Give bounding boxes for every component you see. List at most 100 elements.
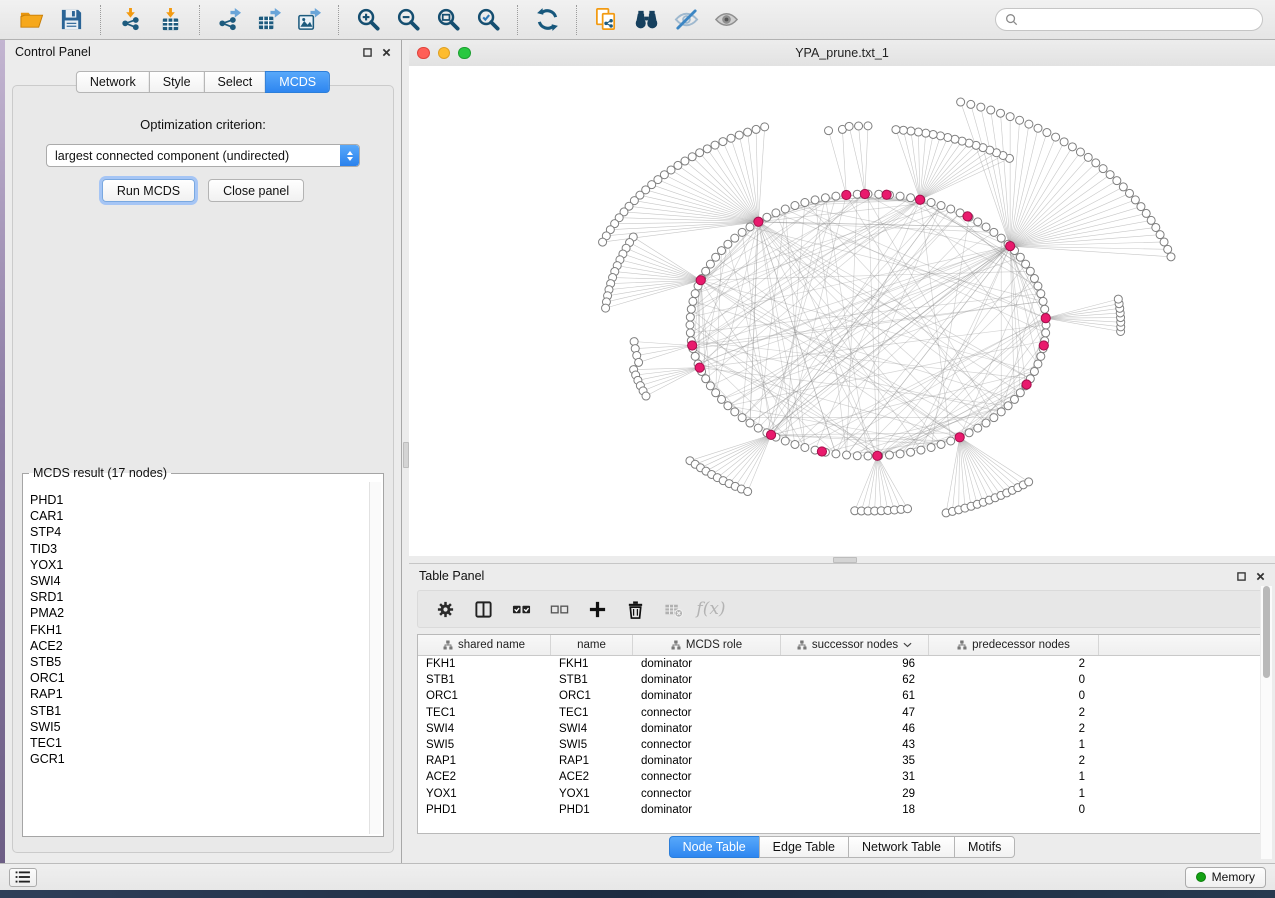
toolbar-separator (199, 5, 200, 35)
mcds-result-item[interactable]: FKH1 (24, 622, 369, 638)
export-network-button[interactable] (210, 3, 248, 37)
open-folder-button[interactable] (12, 3, 50, 37)
tab-select[interactable]: Select (204, 71, 267, 93)
hide-selected-button[interactable] (667, 3, 705, 37)
network-view-area[interactable] (409, 66, 1275, 556)
close-panel-button[interactable]: Close panel (208, 179, 304, 202)
mcds-result-item[interactable]: SWI4 (24, 573, 369, 589)
vertical-splitter[interactable] (402, 40, 409, 863)
table-cell: PHD1 (551, 802, 633, 818)
mcds-result-item[interactable]: SWI5 (24, 719, 369, 735)
first-neighbors-button[interactable] (627, 3, 665, 37)
tab-network-table[interactable]: Network Table (848, 836, 955, 858)
show-all-icon (714, 7, 739, 32)
mcds-result-item[interactable]: SRD1 (24, 589, 369, 605)
table-row[interactable]: FKH1FKH1dominator962 (418, 656, 1266, 672)
mcds-result-item[interactable]: PHD1 (24, 492, 369, 508)
mcds-result-item[interactable]: ORC1 (24, 670, 369, 686)
zoom-in-button[interactable] (349, 3, 387, 37)
mcds-result-item[interactable]: CAR1 (24, 508, 369, 524)
mcds-result-item[interactable]: STB1 (24, 702, 369, 718)
table-cell: TEC1 (551, 705, 633, 721)
network-from-selection-button[interactable] (587, 3, 625, 37)
close-table-panel-icon[interactable] (1256, 572, 1265, 581)
tab-style[interactable]: Style (149, 71, 205, 93)
table-row[interactable]: SWI5SWI5connector431 (418, 737, 1266, 753)
tab-mcds[interactable]: MCDS (265, 71, 330, 93)
table-row[interactable]: TEC1TEC1connector472 (418, 705, 1266, 721)
zoom-selected-button[interactable] (469, 3, 507, 37)
optimization-criterion-select[interactable]: largest connected component (undirected) (46, 144, 360, 167)
table-row[interactable]: YOX1YOX1connector291 (418, 786, 1266, 802)
mcds-result-item[interactable]: PMA2 (24, 605, 369, 621)
column-header-successor-nodes[interactable]: successor nodes (781, 635, 929, 655)
table-row[interactable]: STB1STB1dominator620 (418, 672, 1266, 688)
export-image-button[interactable] (290, 3, 328, 37)
refresh-layout-button[interactable] (528, 3, 566, 37)
column-header-name[interactable]: name (551, 635, 633, 655)
zoom-fit-button[interactable] (429, 3, 467, 37)
tab-network[interactable]: Network (76, 71, 150, 93)
mcds-result-item[interactable]: TEC1 (24, 735, 369, 751)
apply-function-button: f(x) (694, 594, 728, 624)
table-panel-header: Table Panel (409, 564, 1275, 588)
table-settings-button[interactable] (428, 594, 462, 624)
column-header-predecessor-nodes[interactable]: predecessor nodes (929, 635, 1099, 655)
zoom-window-button[interactable] (458, 47, 471, 60)
float-table-panel-icon[interactable] (1237, 572, 1246, 581)
mcds-result-item[interactable]: STB5 (24, 654, 369, 670)
search-input[interactable] (1024, 12, 1253, 28)
table-cell: SWI5 (551, 737, 633, 753)
column-chooser-button[interactable] (466, 594, 500, 624)
table-row[interactable]: ACE2ACE2connector311 (418, 769, 1266, 785)
horizontal-splitter-handle[interactable] (833, 557, 857, 563)
select-all-button[interactable] (504, 594, 538, 624)
mcds-result-item[interactable]: GCR1 (24, 751, 369, 767)
tab-node-table[interactable]: Node Table (669, 836, 760, 858)
horizontal-splitter[interactable] (409, 556, 1275, 563)
close-window-button[interactable] (417, 47, 430, 60)
table-row[interactable]: RAP1RAP1dominator352 (418, 753, 1266, 769)
mcds-result-item[interactable]: RAP1 (24, 686, 369, 702)
table-row[interactable]: ORC1ORC1dominator610 (418, 688, 1266, 704)
table-cell: 61 (781, 688, 929, 704)
import-network-button[interactable] (111, 3, 149, 37)
close-panel-icon[interactable] (382, 48, 391, 57)
column-header-label: shared name (458, 639, 525, 651)
control-panel-header: Control Panel (5, 40, 401, 64)
mcds-result-scrollbar[interactable] (369, 482, 381, 834)
deselect-all-button[interactable] (542, 594, 576, 624)
export-table-button[interactable] (250, 3, 288, 37)
column-header-shared-name[interactable]: shared name (418, 635, 551, 655)
vertical-splitter-handle[interactable] (403, 442, 409, 468)
delete-rows-button[interactable] (618, 594, 652, 624)
mcds-result-item[interactable]: STP4 (24, 524, 369, 540)
column-chooser-icon (474, 600, 493, 619)
mcds-result-item[interactable]: YOX1 (24, 557, 369, 573)
add-row-button[interactable] (580, 594, 614, 624)
float-panel-icon[interactable] (363, 48, 372, 57)
tab-motifs[interactable]: Motifs (954, 836, 1015, 858)
tab-edge-table[interactable]: Edge Table (759, 836, 849, 858)
import-table-button[interactable] (151, 3, 189, 37)
table-cell: 43 (781, 737, 929, 753)
table-cell: connector (633, 705, 781, 721)
panel-menu-button[interactable] (9, 868, 37, 887)
search-box[interactable] (995, 8, 1263, 31)
save-button[interactable] (52, 3, 90, 37)
table-cell: dominator (633, 656, 781, 672)
mcds-result-item[interactable]: ACE2 (24, 638, 369, 654)
zoom-out-button[interactable] (389, 3, 427, 37)
table-row[interactable]: SWI4SWI4dominator462 (418, 721, 1266, 737)
table-cell: 0 (929, 802, 1099, 818)
column-header-MCDS-role[interactable]: MCDS role (633, 635, 781, 655)
show-all-button[interactable] (707, 3, 745, 37)
network-canvas[interactable] (409, 66, 1275, 556)
toolbar-separator (100, 5, 101, 35)
table-row[interactable]: PHD1PHD1dominator180 (418, 802, 1266, 818)
run-mcds-button[interactable]: Run MCDS (102, 179, 195, 202)
mcds-result-item[interactable]: TID3 (24, 541, 369, 557)
memory-button[interactable]: Memory (1185, 867, 1266, 888)
table-scrollbar[interactable] (1260, 586, 1272, 859)
table-scrollbar-thumb[interactable] (1263, 586, 1270, 678)
